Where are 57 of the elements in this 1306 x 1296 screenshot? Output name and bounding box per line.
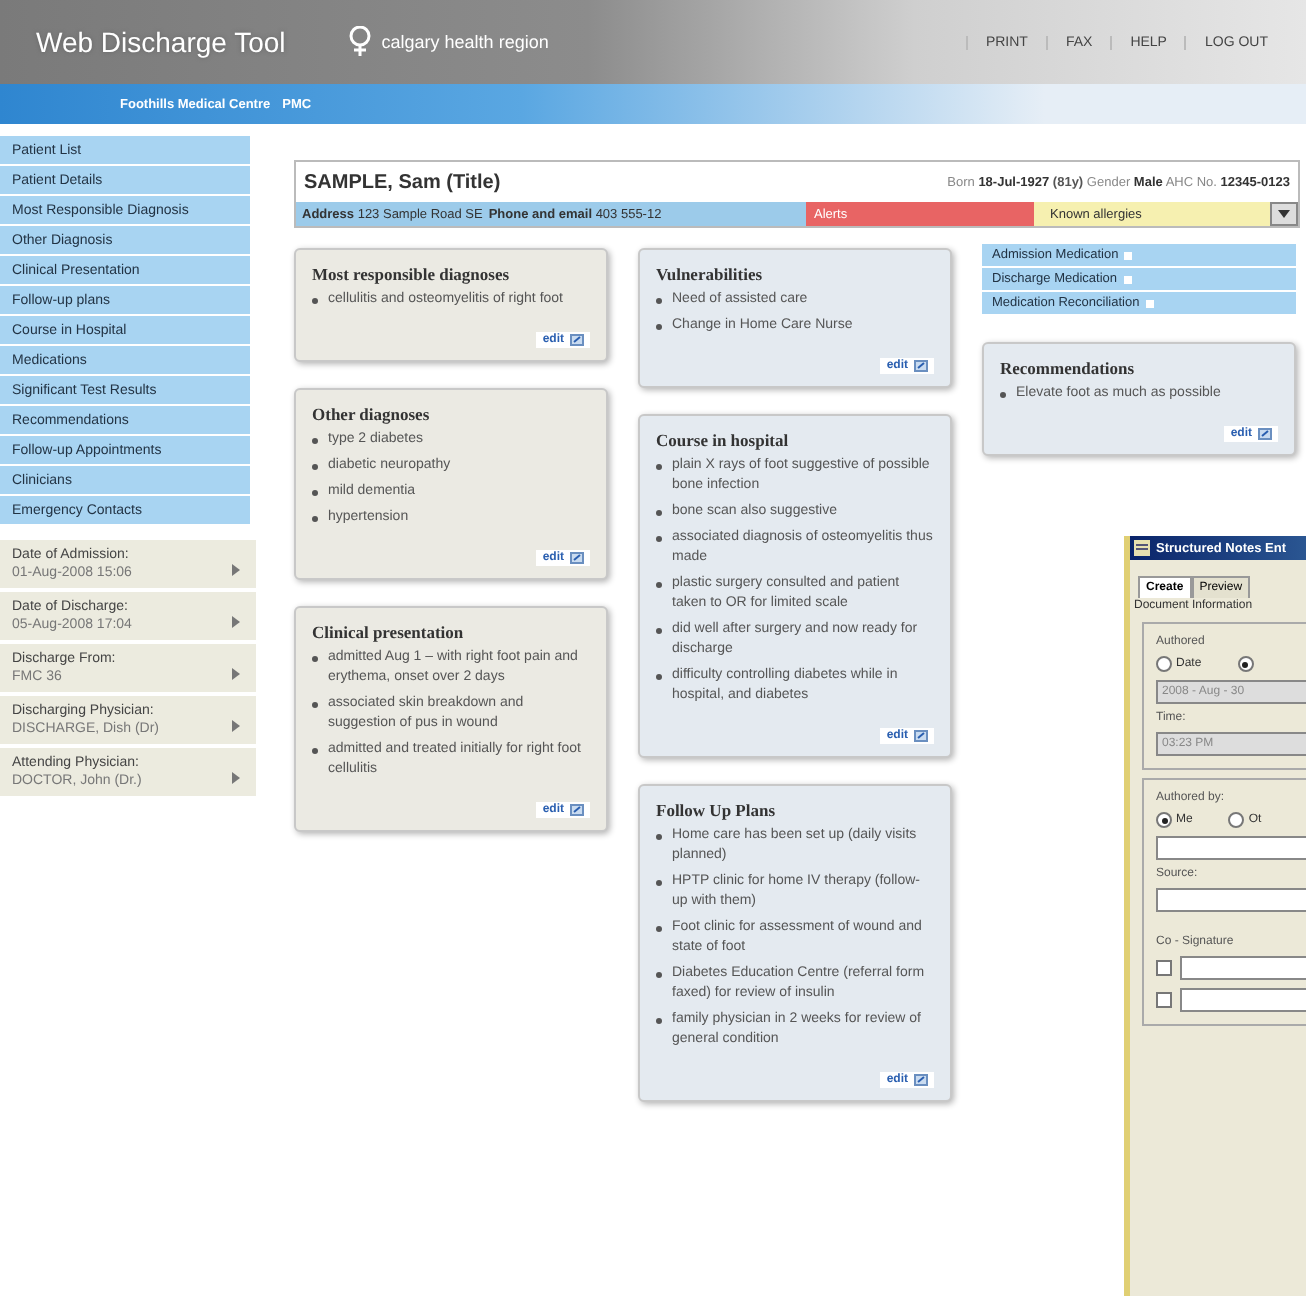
bullet-dot <box>656 464 662 470</box>
dropdown-button[interactable] <box>1270 202 1298 226</box>
bullet-dot <box>656 972 662 978</box>
arrow-icon <box>232 720 240 732</box>
patient-name: SAMPLE, Sam (Title) <box>304 171 501 193</box>
bullet-dot <box>312 298 318 304</box>
arrow-icon <box>232 616 240 628</box>
radio-button[interactable] <box>1156 812 1172 828</box>
card-title: Most responsible diagnoses <box>312 264 512 284</box>
edit-icon <box>1258 428 1272 440</box>
bullet-dot <box>312 516 318 522</box>
edit-icon <box>914 730 928 742</box>
bullet-dot <box>312 702 318 708</box>
square-icon <box>1124 251 1133 259</box>
square-icon <box>1123 275 1132 283</box>
bullet-dot <box>656 1018 662 1024</box>
radio-button[interactable] <box>1228 812 1245 828</box>
bullet-dot <box>656 674 662 680</box>
org-name: calgary health region <box>381 32 549 52</box>
app-title: Web Discharge Tool <box>36 26 286 58</box>
window-icon <box>1134 540 1150 556</box>
radio-button[interactable] <box>1237 656 1254 672</box>
edit-icon <box>570 334 584 346</box>
bullet-dot <box>1000 392 1006 398</box>
bullet-dot <box>656 834 662 840</box>
bullet-dot <box>656 298 662 304</box>
checkbox[interactable] <box>1156 992 1172 1008</box>
square-icon <box>1145 299 1154 307</box>
bullet-dot <box>312 464 318 470</box>
bullet-dot <box>312 656 318 662</box>
caret-icon <box>1278 210 1290 218</box>
bullet-dot <box>312 438 318 444</box>
bullet-dot <box>656 628 662 634</box>
arrow-icon <box>232 772 240 784</box>
bullet-dot <box>656 324 662 330</box>
bullet-dot <box>312 490 318 496</box>
radio-button[interactable] <box>1156 656 1172 672</box>
card-title: Clinical presentation <box>312 622 466 642</box>
edit-icon <box>570 804 584 816</box>
edit-icon <box>914 360 928 372</box>
arrow-icon <box>232 668 240 680</box>
card-title: Recommendations <box>1000 358 1137 378</box>
bullet-dot <box>656 536 662 542</box>
edit-icon <box>570 552 584 564</box>
bullet-dot <box>656 510 662 516</box>
edit-icon <box>914 1074 928 1086</box>
bullet-dot <box>312 748 318 754</box>
card-title: Course in hospital <box>656 430 791 450</box>
card-title: Vulnerabilities <box>656 264 765 284</box>
bullet-dot <box>656 880 662 886</box>
card-title: Other diagnoses <box>312 404 432 424</box>
checkbox[interactable] <box>1156 960 1172 976</box>
logo-icon <box>345 26 374 58</box>
bullet-dot <box>656 926 662 932</box>
bullet-dot <box>656 582 662 588</box>
card-title: Follow Up Plans <box>656 800 778 820</box>
arrow-icon <box>232 564 240 576</box>
